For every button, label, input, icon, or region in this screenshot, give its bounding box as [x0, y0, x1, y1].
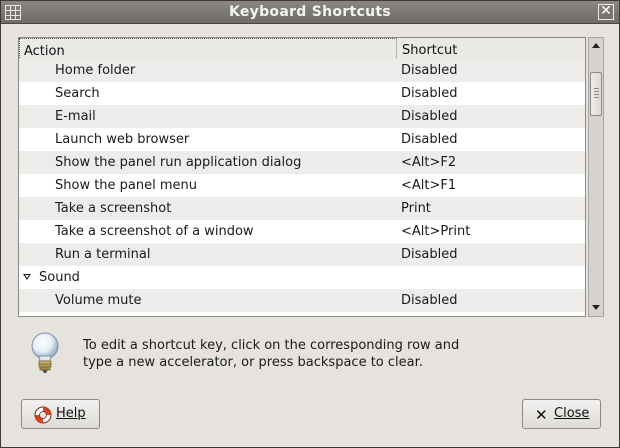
help-button[interactable]: Help [21, 399, 100, 429]
shortcut-cell: <Alt>Print [401, 224, 471, 239]
action-cell: Launch web browser [55, 132, 190, 147]
shortcut-cell: Disabled [401, 132, 458, 147]
close-button[interactable]: ✕ Close [522, 399, 601, 429]
tree-group-row[interactable]: Sound [19, 266, 585, 289]
action-cell: Run a terminal [55, 247, 151, 262]
scroll-down-arrow-icon[interactable] [590, 301, 602, 315]
table-row[interactable]: Home folder Disabled [19, 59, 585, 82]
lifebuoy-icon [34, 406, 52, 424]
shortcut-rows: Home folder Disabled Search Disabled E-mail D… [19, 59, 585, 312]
title-bar[interactable]: Keyboard Shortcuts ✕ [1, 1, 619, 24]
table-row[interactable]: Launch web browser Disabled [19, 128, 585, 151]
action-cell: E-mail [55, 109, 96, 124]
vertical-scrollbar[interactable] [588, 37, 604, 317]
scroll-up-arrow-icon[interactable] [590, 39, 602, 53]
action-cell: Sound [39, 270, 80, 285]
table-row[interactable]: Run a terminal Disabled [19, 243, 585, 266]
table-row[interactable]: Volume mute Disabled [19, 289, 585, 312]
window-close-icon[interactable]: ✕ [598, 4, 614, 20]
action-cell: Volume mute [55, 293, 142, 308]
shortcut-cell: Disabled [401, 86, 458, 101]
action-cell: Home folder [55, 63, 136, 78]
shortcuts-tree-view[interactable]: Action Shortcut Home folder Disabled Searc… [18, 37, 586, 317]
hint-text: To edit a shortcut key, click on the cor… [83, 337, 503, 371]
table-row[interactable]: Take a screenshot Print [19, 197, 585, 220]
table-row[interactable]: Search Disabled [19, 82, 585, 105]
hint-line-1: To edit a shortcut key, click on the cor… [83, 338, 460, 353]
lightbulb-icon [31, 332, 59, 373]
keyboard-shortcuts-window: Keyboard Shortcuts ✕ Action Shortcut Hom… [0, 0, 620, 448]
action-cell: Show the panel run application dialog [55, 155, 302, 170]
window-title: Keyboard Shortcuts [228, 4, 392, 20]
table-row[interactable]: Show the panel menu <Alt>F1 [19, 174, 585, 197]
x-icon: ✕ [535, 406, 548, 424]
shortcut-cell: Print [401, 201, 431, 216]
shortcut-cell: Disabled [401, 293, 458, 308]
shortcut-cell: <Alt>F1 [401, 178, 457, 193]
action-cell: Search [55, 86, 100, 101]
help-button-label: Help [56, 406, 86, 421]
close-button-label: Close [554, 406, 590, 421]
shortcut-cell: Disabled [401, 109, 458, 124]
action-cell: Show the panel menu [55, 178, 198, 193]
shortcut-cell: Disabled [401, 247, 458, 262]
action-cell: Take a screenshot of a window [55, 224, 254, 239]
shortcut-cell: <Alt>F2 [401, 155, 457, 170]
grip-icon [594, 88, 599, 100]
scrollbar-thumb[interactable] [590, 72, 602, 116]
table-row[interactable]: E-mail Disabled [19, 105, 585, 128]
table-row[interactable]: Show the panel run application dialog <Al… [19, 151, 585, 174]
table-row[interactable]: Take a screenshot of a window <Alt>Print [19, 220, 585, 243]
expander-down-icon[interactable] [23, 274, 31, 280]
shortcut-cell: Disabled [401, 63, 458, 78]
hint-line-2: type a new accelerator, or press backspa… [83, 355, 423, 370]
action-cell: Take a screenshot [55, 201, 172, 216]
